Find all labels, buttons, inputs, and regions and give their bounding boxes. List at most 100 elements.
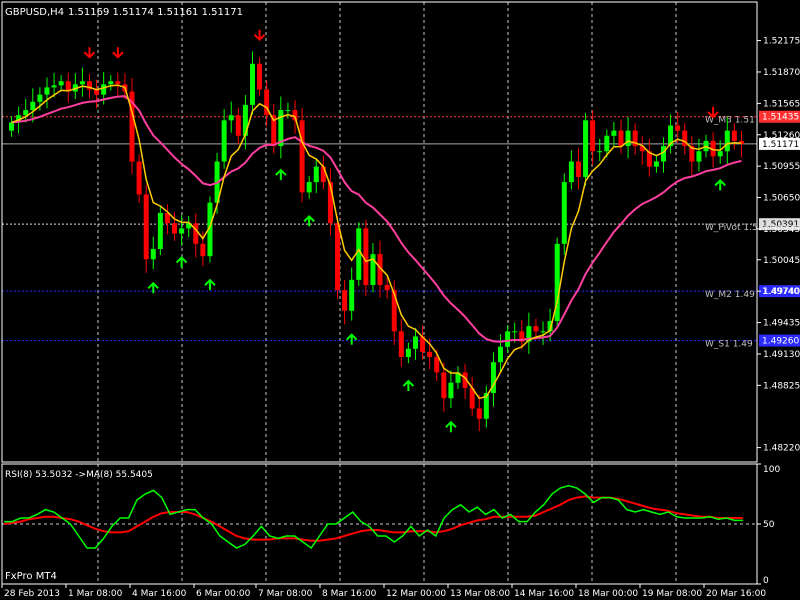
bull-candle — [285, 110, 291, 112]
rsi-y-tick-label: 100 — [763, 465, 780, 475]
bear-candle — [299, 120, 305, 193]
background — [0, 0, 800, 600]
pivot-level-label: W_Pivot 1.5 — [705, 223, 758, 233]
x-tick-label: 18 Mar 00:00 — [578, 589, 638, 599]
bull-candle — [157, 212, 163, 249]
bear-candle — [335, 223, 341, 291]
y-tick-label: 1.50650 — [763, 194, 800, 204]
bear-candle — [675, 125, 681, 131]
x-tick-label: 12 Mar 00:00 — [386, 589, 446, 599]
bull-candle — [221, 120, 227, 162]
bear-candle — [143, 194, 149, 260]
bull-candle — [412, 336, 418, 349]
y-tick-label: 1.49130 — [763, 350, 800, 360]
bull-candle — [505, 331, 511, 347]
bull-candle — [356, 228, 362, 280]
broker-label: FxPro MT4 — [5, 571, 57, 582]
bull-candle — [58, 81, 64, 86]
rsi-y-tick-label: 50 — [763, 520, 775, 530]
bull-candle — [30, 101, 36, 111]
x-tick-label: 19 Mar 08:00 — [642, 589, 702, 599]
bear-candle — [398, 331, 404, 358]
bull-candle — [604, 135, 610, 152]
bear-candle — [391, 290, 397, 332]
bear-candle — [320, 166, 326, 183]
x-tick-label: 20 Mar 16:00 — [706, 589, 766, 599]
chart-header-quote: 1.51169 1.51174 1.51161 1.51171 — [68, 7, 243, 18]
bull-candle — [717, 151, 723, 157]
bear-candle — [235, 115, 241, 136]
bull-candle — [512, 331, 518, 333]
bear-candle — [575, 161, 581, 177]
bull-candle — [653, 161, 659, 167]
y-tick-label: 1.48220 — [763, 444, 800, 454]
y-tick-label: 1.50345 — [763, 225, 800, 235]
y-tick-label: 1.50955 — [763, 162, 800, 172]
bear-candle — [731, 130, 737, 141]
bull-candle — [349, 279, 355, 311]
bull-candle — [625, 130, 631, 147]
x-tick-label: 7 Mar 08:00 — [258, 589, 313, 599]
bull-candle — [179, 228, 185, 234]
chart-header-symbol: GBPUSD,H4 — [5, 7, 64, 18]
bull-candle — [9, 122, 15, 131]
bear-candle — [427, 351, 433, 358]
bull-candle — [306, 182, 312, 193]
bull-candle — [611, 130, 617, 136]
rsi-title: RSI(8) 53.5032 ->MA(8) 55.5405 — [5, 470, 153, 480]
y-tick-label: 1.49435 — [763, 319, 800, 329]
current-price-badge-text: 1.51171 — [762, 140, 799, 150]
bull-candle — [79, 81, 85, 85]
bear-candle — [590, 120, 596, 152]
bull-candle — [597, 151, 603, 153]
x-tick-label: 14 Mar 16:00 — [514, 589, 574, 599]
bull-candle — [724, 130, 730, 152]
pivot-level-badge-text: 1.51435 — [762, 113, 799, 123]
pivot-level-label: W_M2 1.49 — [705, 290, 755, 300]
bear-candle — [476, 408, 482, 419]
bull-candle — [583, 120, 589, 177]
bear-candle — [342, 290, 348, 311]
y-tick-label: 1.50045 — [763, 256, 800, 266]
bull-candle — [313, 166, 319, 183]
x-tick-label: 28 Feb 2013 — [4, 589, 60, 599]
bull-candle — [101, 84, 107, 95]
bull-candle — [448, 382, 454, 399]
bull-candle — [23, 110, 29, 116]
bull-candle — [44, 87, 50, 95]
bear-candle — [618, 130, 624, 147]
x-tick-label: 4 Mar 16:00 — [132, 589, 187, 599]
x-tick-label: 13 Mar 08:00 — [450, 589, 510, 599]
bear-candle — [363, 228, 369, 285]
y-tick-label: 1.52175 — [763, 37, 800, 47]
x-tick-label: 6 Mar 00:00 — [196, 589, 251, 599]
bear-candle — [193, 223, 199, 244]
bear-candle — [533, 326, 539, 332]
chart-root: W_M3 1.51 1.51435W_Pivot 1.5 1.50391W_M2 1… — [0, 0, 800, 600]
bull-candle — [498, 346, 504, 363]
bull-candle — [108, 81, 114, 85]
x-tick-label: 1 Mar 08:00 — [68, 589, 123, 599]
bear-candle — [172, 223, 178, 234]
x-tick-label: 8 Mar 16:00 — [322, 589, 377, 599]
bear-candle — [441, 372, 447, 399]
bear-candle — [200, 243, 206, 257]
rsi-y-tick-label: 0 — [763, 576, 769, 586]
bear-candle — [136, 161, 142, 195]
bull-candle — [37, 94, 43, 102]
y-tick-label: 1.51870 — [763, 68, 800, 78]
bull-candle — [540, 331, 546, 333]
bull-candle — [228, 115, 234, 121]
y-tick-label: 1.48825 — [763, 381, 800, 391]
bull-candle — [405, 348, 411, 358]
pivot-level-label: W_S1 1.49 — [705, 340, 753, 350]
bull-candle — [249, 63, 255, 105]
bear-candle — [257, 63, 263, 90]
bull-candle — [568, 161, 574, 183]
y-tick-label: 1.51565 — [763, 99, 800, 109]
bear-candle — [115, 81, 121, 85]
bull-candle — [51, 85, 57, 88]
y-tick-label: 1.49740 — [763, 287, 800, 297]
bull-candle — [150, 248, 156, 260]
bear-candle — [434, 357, 440, 373]
